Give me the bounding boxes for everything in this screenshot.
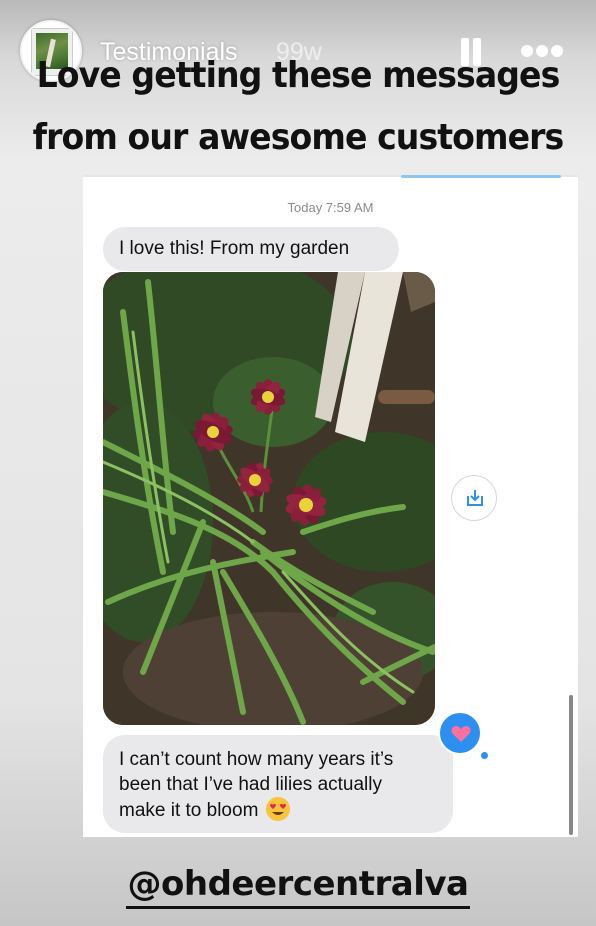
account-mention[interactable]: @ohdeercentralva: [0, 864, 596, 909]
scrollbar[interactable]: [569, 695, 573, 835]
message-bubble: I love this! From my garden: [103, 227, 399, 271]
caption-line-2: from our awesome customers: [32, 117, 565, 158]
message-text: been that I’ve had lilies actually: [119, 774, 382, 795]
mention-text[interactable]: @ohdeercentralva: [125, 864, 471, 909]
message-text: make it to bloom: [119, 797, 437, 823]
message-bubble: I can’t count how many years it’s been t…: [103, 735, 453, 833]
message-timestamp: Today 7:59 AM: [287, 200, 374, 215]
heart-eyes-emoji: [265, 797, 290, 821]
message-text: I love this! From my garden: [119, 238, 350, 259]
message-text: I can’t count how many years it’s: [119, 749, 394, 770]
garden-photo-art: [103, 272, 435, 725]
download-button[interactable]: [451, 475, 497, 521]
caption-line-1: Love getting these messages: [36, 55, 561, 96]
heart-reaction-icon[interactable]: [438, 711, 488, 759]
message-screenshot: Today 7:59 AM I love this! From my garde…: [83, 175, 578, 837]
message-text-end: make it to bloom: [119, 800, 259, 821]
daylilies-photo[interactable]: [103, 272, 435, 725]
divider-accent: [401, 175, 561, 178]
download-icon: [467, 490, 483, 506]
